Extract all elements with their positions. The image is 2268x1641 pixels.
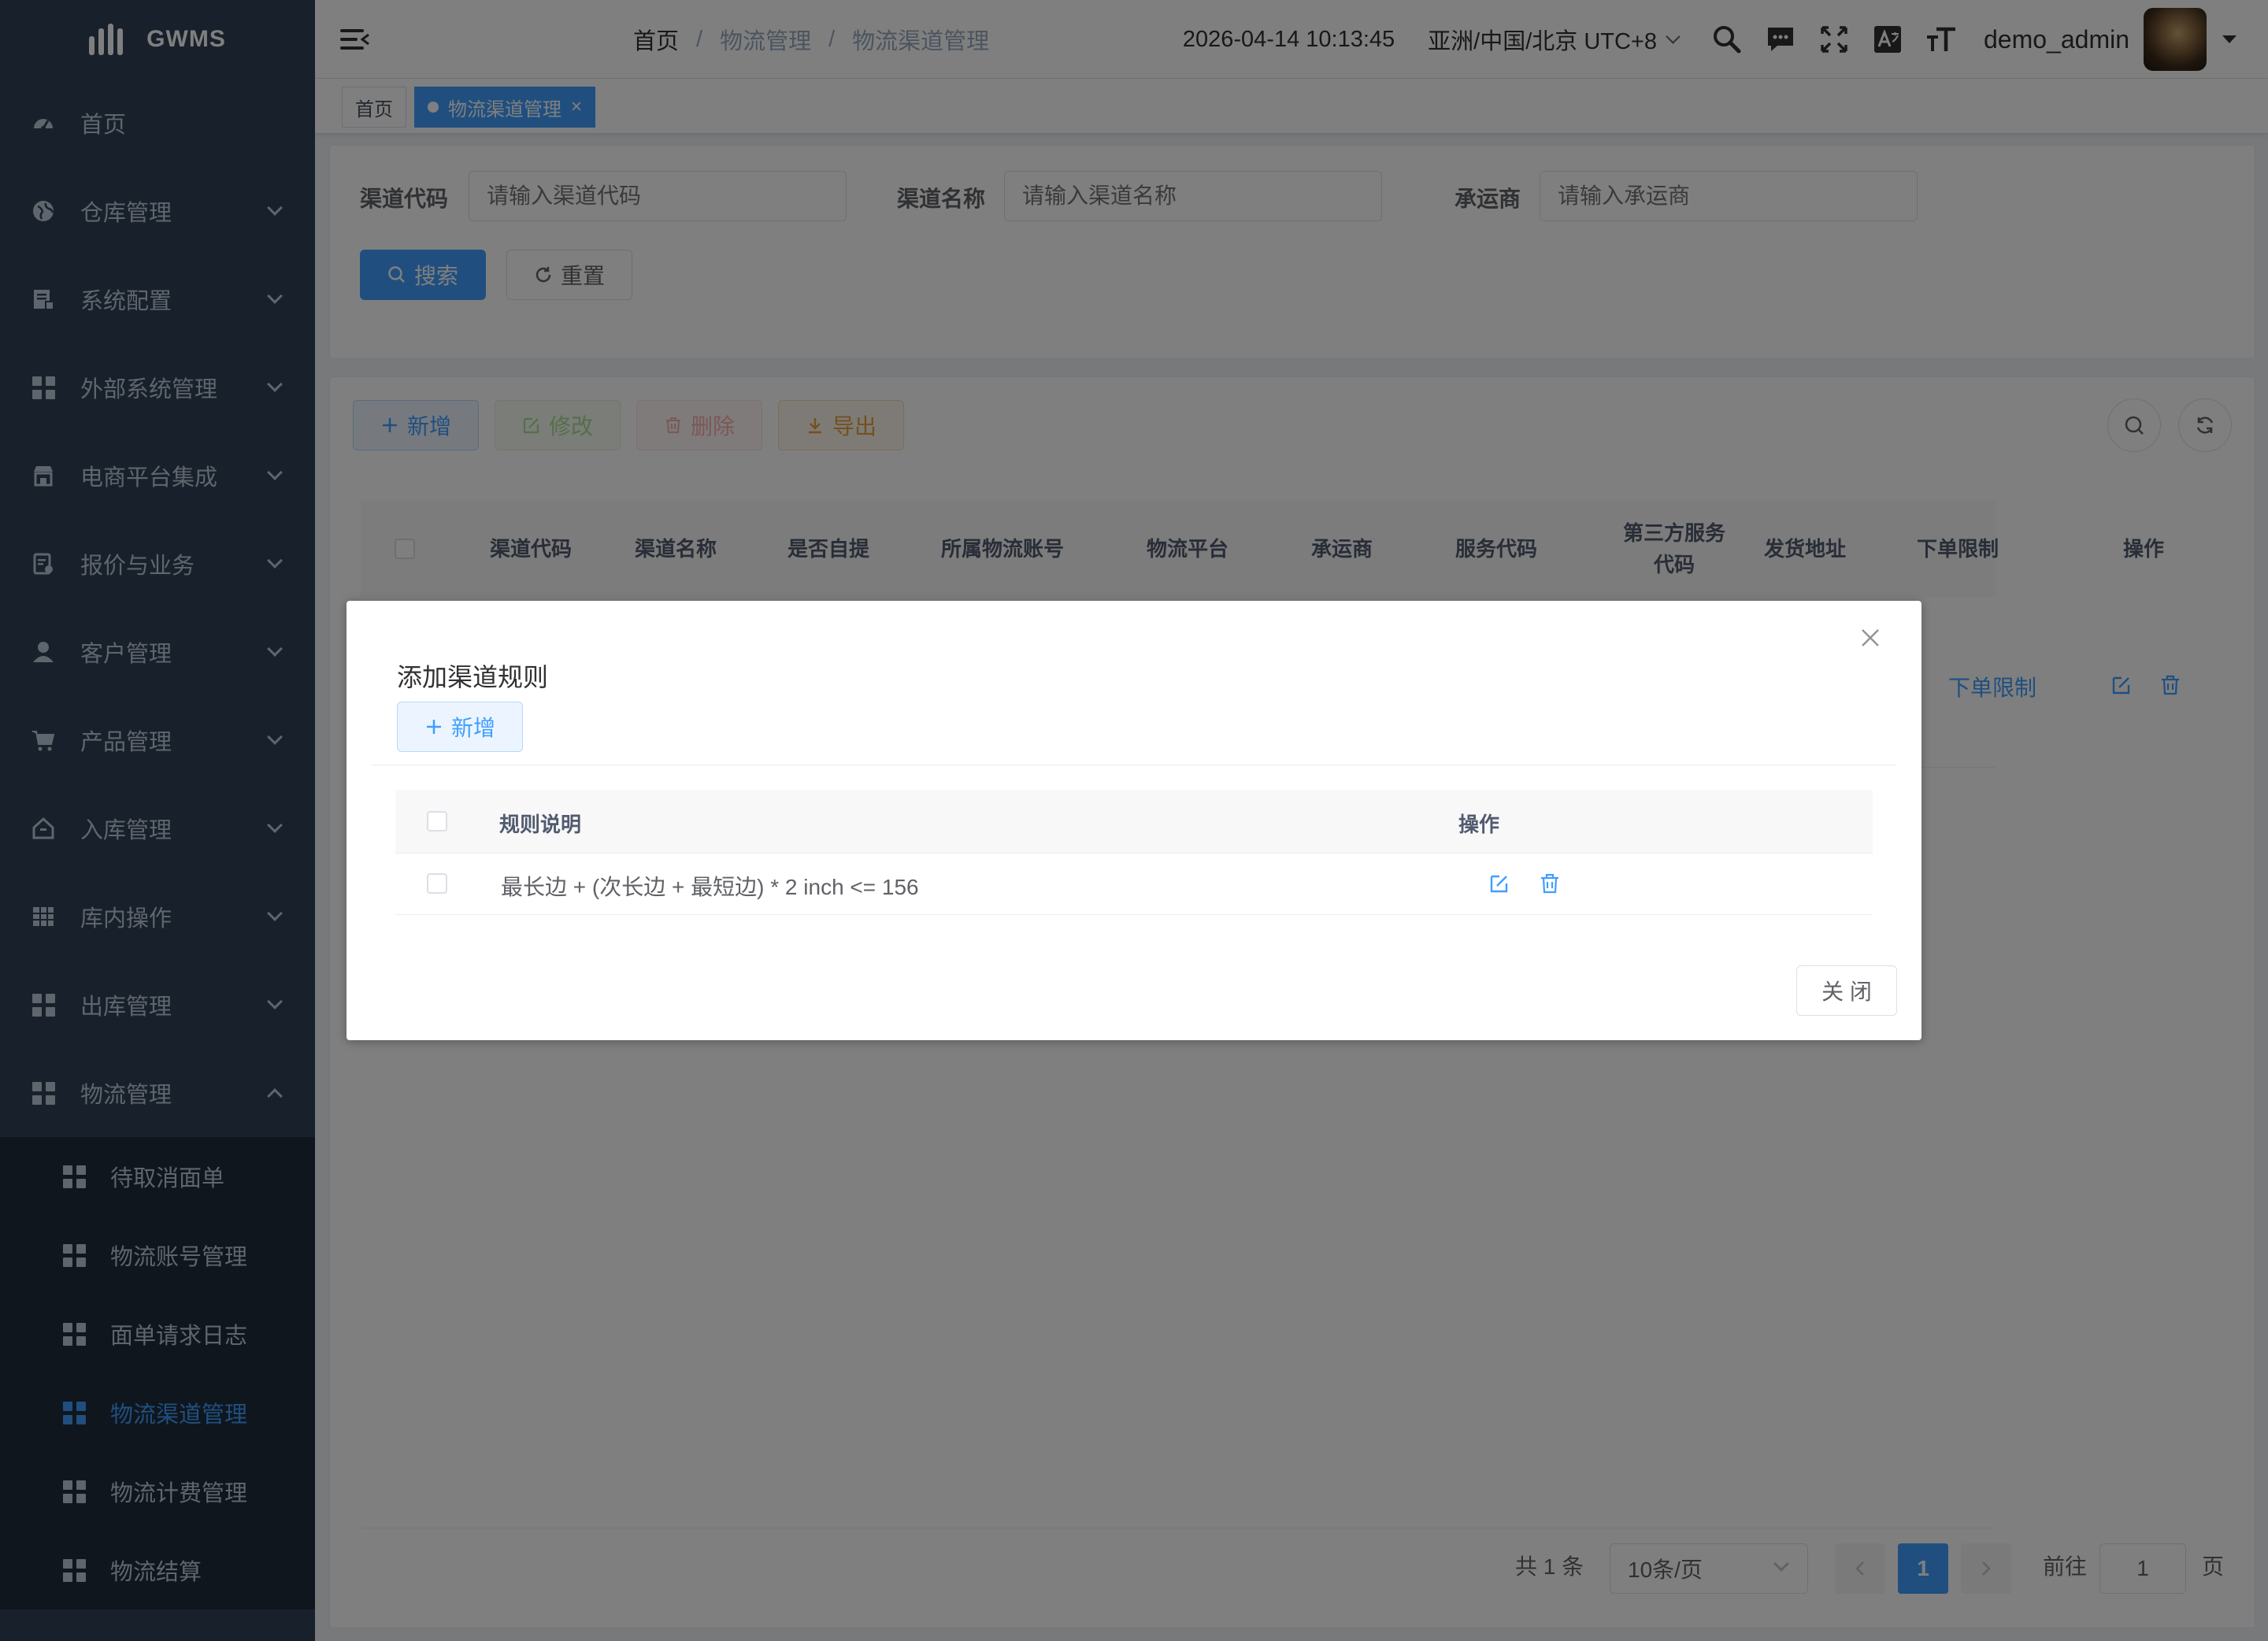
channel-rule-dialog: 添加渠道规则 新增 规则说明 操作 最长边 + (次长边 + 最短边) * 2 … [346, 601, 1922, 1040]
select-all-checkbox[interactable] [427, 811, 447, 832]
edit-icon[interactable] [1488, 872, 1510, 895]
rule-description: 最长边 + (次长边 + 最短边) * 2 inch <= 156 [501, 875, 919, 899]
row-checkbox[interactable] [427, 873, 447, 894]
close-icon[interactable] [1858, 626, 1882, 650]
rule-table-header: 规则说明 操作 [395, 790, 1873, 853]
add-rule-button[interactable]: 新增 [397, 702, 523, 752]
plus-icon [426, 720, 441, 734]
trash-icon[interactable] [1539, 872, 1561, 895]
dialog-title: 添加渠道规则 [397, 663, 549, 691]
row-divider [395, 914, 1873, 915]
column-header: 操作 [1458, 813, 1500, 836]
column-header: 规则说明 [499, 813, 582, 836]
close-dialog-button[interactable]: 关 闭 [1796, 965, 1897, 1016]
row-divider [395, 853, 1873, 854]
